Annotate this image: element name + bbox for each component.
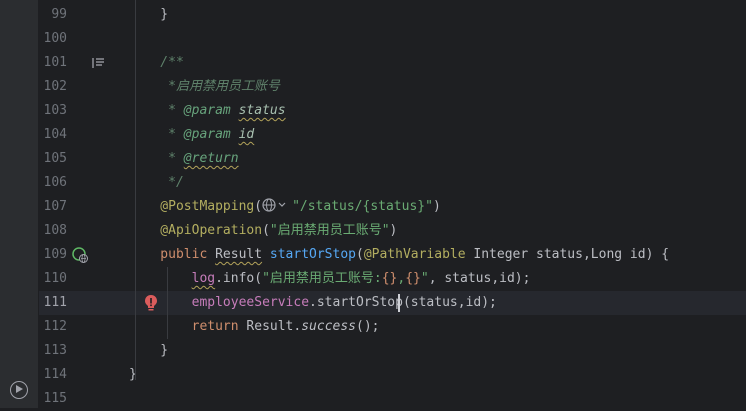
code-text: * @param status [129,99,286,123]
code-token: ( [254,199,263,214]
line-number: 112 [43,319,67,334]
code-editor[interactable]: 99 } 100 101 /** 102 *启用禁用员工账号 103 * @param … [39,0,746,408]
code-line[interactable]: 106 */ [39,171,746,195]
code-token: status [238,103,286,118]
code-text: * @param id [129,123,254,147]
code-line[interactable]: 114} [39,363,746,387]
code-line[interactable]: 110 log.info("启用禁用员工账号:{},{}", status,id… [39,267,746,291]
code-token: "/status/{status}" [292,199,433,214]
code-token: * [129,127,184,142]
line-number: 103 [43,103,67,118]
code-token: @param [183,127,231,142]
line-number: 114 [43,367,67,382]
code-token: id [238,127,255,142]
code-text: log.info("启用禁用员工账号:{},{}", status,id); [129,267,531,291]
code-token: Integer status,Long id) { [465,247,670,262]
code-text: @PostMapping( "/status/{status}") [129,195,441,219]
code-line[interactable]: 102 *启用禁用员工账号 [39,75,746,99]
code-text: */ [129,171,184,195]
code-line[interactable]: 113 } [39,339,746,363]
line-number: 101 [43,55,67,70]
code-token: , status,id); [428,271,531,286]
code-token: .info( [215,271,263,286]
line-number: 100 [43,31,67,46]
indent-guide [167,267,168,339]
code-line[interactable]: 115 [39,387,746,411]
code-line[interactable]: 109 public Result startOrStop(@PathVaria… [39,243,746,267]
code-token: .startOrStop(status,id); [309,295,497,310]
code-token: * [129,103,184,118]
line-number: 102 [43,79,67,94]
code-line[interactable]: 108 @ApiOperation("启用禁用员工账号") [39,219,746,243]
code-line[interactable]: 99 } [39,3,746,27]
code-token: ) [389,223,398,238]
line-number: 104 [43,127,67,142]
code-token: public [129,247,216,262]
code-text: public Result startOrStop(@PathVariable … [129,243,669,267]
code-token: * [129,151,184,166]
url-globe-icon[interactable] [262,196,292,212]
code-line[interactable]: 101 /** [39,51,746,75]
code-token: @return [183,151,239,166]
code-line[interactable]: 107 @PostMapping( "/status/{status}") [39,195,746,219]
code-token: /** [129,55,184,70]
code-token: @PathVariable [363,247,466,262]
line-number: 110 [43,271,67,286]
code-token: ) [432,199,441,214]
line-number: 108 [43,223,67,238]
code-token: success [301,319,357,334]
line-number: 99 [51,7,67,22]
line-number: 107 [43,199,67,214]
code-token: startOrStop [269,247,356,262]
code-token: employeeService [191,295,310,310]
code-token: "启用禁用员工账号: [262,271,382,286]
code-token: " [420,271,429,286]
code-token: *启用禁用员工账号 [129,79,280,94]
code-token: return [191,319,247,334]
code-line[interactable]: 104 * @param id [39,123,746,147]
code-token: log [191,271,216,286]
code-token: */ [129,175,184,190]
run-tool-icon[interactable] [10,381,28,399]
code-text: /** [129,51,184,75]
tool-window-strip [0,0,39,408]
code-token: {} [381,271,398,286]
code-text: employeeService.startOrStop(status,id); [129,291,497,315]
line-number: 106 [43,175,67,190]
code-line[interactable]: 112 return Result.success(); [39,315,746,339]
line-number: 115 [43,391,67,406]
code-token: @PostMapping [129,199,255,214]
code-token: ( [262,223,270,238]
code-token: ( [355,247,364,262]
code-line[interactable]: 103 * @param status [39,99,746,123]
code-token: "启用禁用员工账号" [269,223,390,238]
code-token: @param [183,103,231,118]
line-number: 105 [43,151,67,166]
line-number: 109 [43,247,67,262]
line-number: 111 [43,295,67,310]
code-token: Result [215,247,263,262]
text-caret [398,294,400,312]
code-line[interactable]: 100 [39,27,746,51]
code-token: Result. [246,319,302,334]
code-token: (); [356,319,380,334]
code-text: @ApiOperation("启用禁用员工账号") [129,219,397,243]
code-token: @ApiOperation [129,223,263,238]
line-number: 113 [43,343,67,358]
code-line[interactable]: 105 * @return [39,147,746,171]
indent-guide [135,0,136,380]
code-token: {} [405,271,421,286]
code-text: *启用禁用员工账号 [129,75,280,99]
code-text: * @return [129,147,239,171]
